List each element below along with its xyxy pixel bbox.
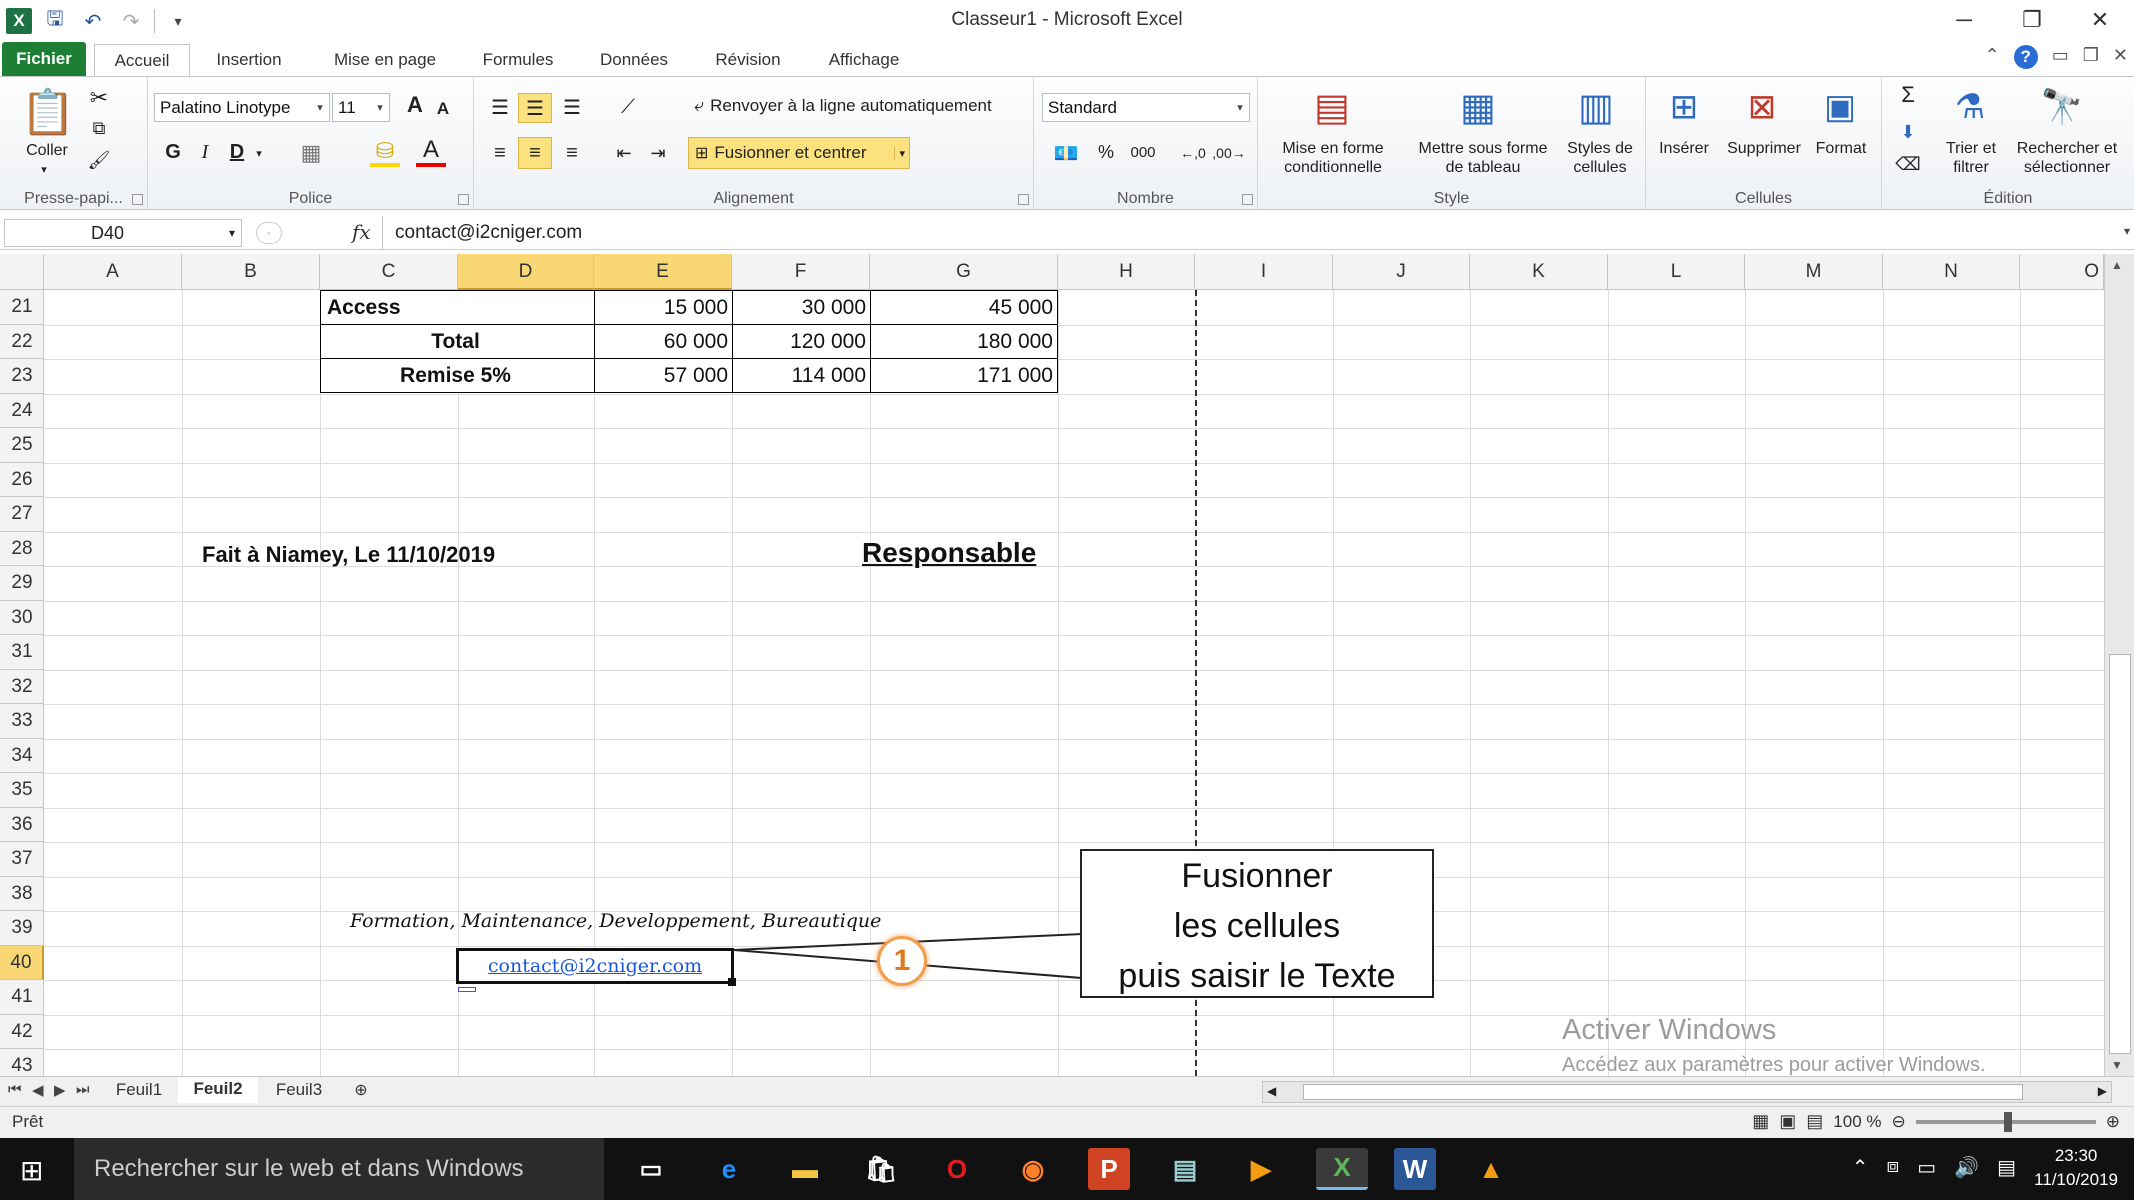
normal-view-icon[interactable]: ▦ [1752, 1111, 1769, 1132]
scroll-right-icon[interactable]: ▶ [2098, 1084, 2107, 1098]
callout-line-1: Fusionner [1181, 857, 1333, 895]
vlc-icon[interactable]: ▲ [1470, 1148, 1512, 1190]
firefox-icon[interactable]: ◉ [1012, 1148, 1054, 1190]
zoom-out-icon[interactable]: ⊖ [1892, 1112, 1906, 1132]
clock-time: 23:30 [2054, 1146, 2098, 1165]
file-explorer-icon[interactable]: ▬ [784, 1148, 826, 1190]
clock-date: 11/10/2019 [2034, 1170, 2118, 1189]
status-bar: Prêt ▦ ▣ ▤ 100 % ⊖ ⊕ [0, 1106, 2134, 1138]
sheet-tabs-bar: ⏮ ◀ ▶ ⏭ Feuil1 Feuil2 Feuil3 ⊕ ◀ ▶ [0, 1076, 2134, 1106]
zoom-controls: ▦ ▣ ▤ 100 % ⊖ ⊕ [1752, 1111, 2120, 1132]
horizontal-scroll-thumb[interactable] [1303, 1084, 2023, 1100]
vertical-scrollbar[interactable]: ▲ ▼ [2104, 254, 2134, 1076]
sheet-tab-feuil2[interactable]: Feuil2 [178, 1077, 258, 1103]
zoom-level[interactable]: 100 % [1833, 1112, 1881, 1132]
next-sheet-icon[interactable]: ▶ [54, 1081, 66, 1099]
first-sheet-icon[interactable]: ⏮ [8, 1081, 22, 1098]
pdf-tool-icon[interactable]: ▤ [1164, 1148, 1206, 1190]
battery-icon[interactable]: ▭ [1917, 1155, 1936, 1180]
excel-window: X 🖫 ↶ ↷ ▾ Classeur1 - Microsoft Excel ─ … [0, 0, 2134, 1200]
callout-box: Fusionner les cellules puis saisir le Te… [1080, 849, 1434, 998]
taskbar-search-box[interactable]: Rechercher sur le web et dans Windows [74, 1138, 604, 1200]
sheet-tab-feuil1[interactable]: Feuil1 [104, 1077, 174, 1103]
tray-expand-icon[interactable]: ⌃ [1852, 1155, 1869, 1180]
vertical-scroll-thumb[interactable] [2109, 654, 2131, 1054]
taskbar-clock[interactable]: 23:30 11/10/2019 [2034, 1144, 2118, 1192]
powerpoint-icon[interactable]: P [1088, 1148, 1130, 1190]
zoom-in-icon[interactable]: ⊕ [2106, 1112, 2120, 1132]
status-ready: Prêt [12, 1112, 44, 1131]
step-badge: 1 [877, 936, 927, 986]
horizontal-scrollbar[interactable]: ◀ ▶ [1262, 1081, 2112, 1103]
windows-taskbar: ⊞ Rechercher sur le web et dans Windows … [0, 1138, 2134, 1200]
opera-icon[interactable]: O [936, 1148, 978, 1190]
scroll-left-icon[interactable]: ◀ [1267, 1084, 1276, 1098]
volume-icon[interactable]: 🔊 [1954, 1155, 1979, 1180]
windows-start-icon[interactable]: ⊞ [20, 1154, 43, 1187]
zoom-slider-knob[interactable] [2003, 1111, 2012, 1132]
new-sheet-icon[interactable]: ⊕ [344, 1077, 378, 1103]
network-icon[interactable]: ⧈ [1887, 1155, 1900, 1180]
prev-sheet-icon[interactable]: ◀ [32, 1081, 44, 1099]
callout-connector [733, 932, 1083, 980]
media-player-icon[interactable]: ▶ [1240, 1148, 1282, 1190]
store-icon[interactable]: 🛍 [860, 1148, 902, 1190]
system-tray: ⌃ ⧈ ▭ 🔊 ▤ [1852, 1155, 2016, 1180]
edge-icon[interactable]: e [708, 1148, 750, 1190]
page-break-view-icon[interactable]: ▤ [1806, 1111, 1823, 1132]
callout-line-2: les cellules [1173, 907, 1341, 945]
excel-taskbar-icon[interactable]: X [1316, 1148, 1368, 1190]
task-view-icon[interactable]: ▭ [630, 1148, 672, 1190]
page-layout-view-icon[interactable]: ▣ [1779, 1111, 1796, 1132]
callout-line-3: puis saisir le Texte [1118, 957, 1396, 995]
scroll-down-icon[interactable]: ▼ [2111, 1058, 2123, 1072]
scroll-up-icon[interactable]: ▲ [2111, 258, 2123, 272]
word-icon[interactable]: W [1394, 1148, 1436, 1190]
last-sheet-icon[interactable]: ⏭ [76, 1081, 90, 1098]
zoom-slider[interactable] [1915, 1111, 2096, 1132]
notifications-icon[interactable]: ▤ [1997, 1155, 2016, 1180]
sheet-tab-feuil3[interactable]: Feuil3 [262, 1077, 336, 1103]
